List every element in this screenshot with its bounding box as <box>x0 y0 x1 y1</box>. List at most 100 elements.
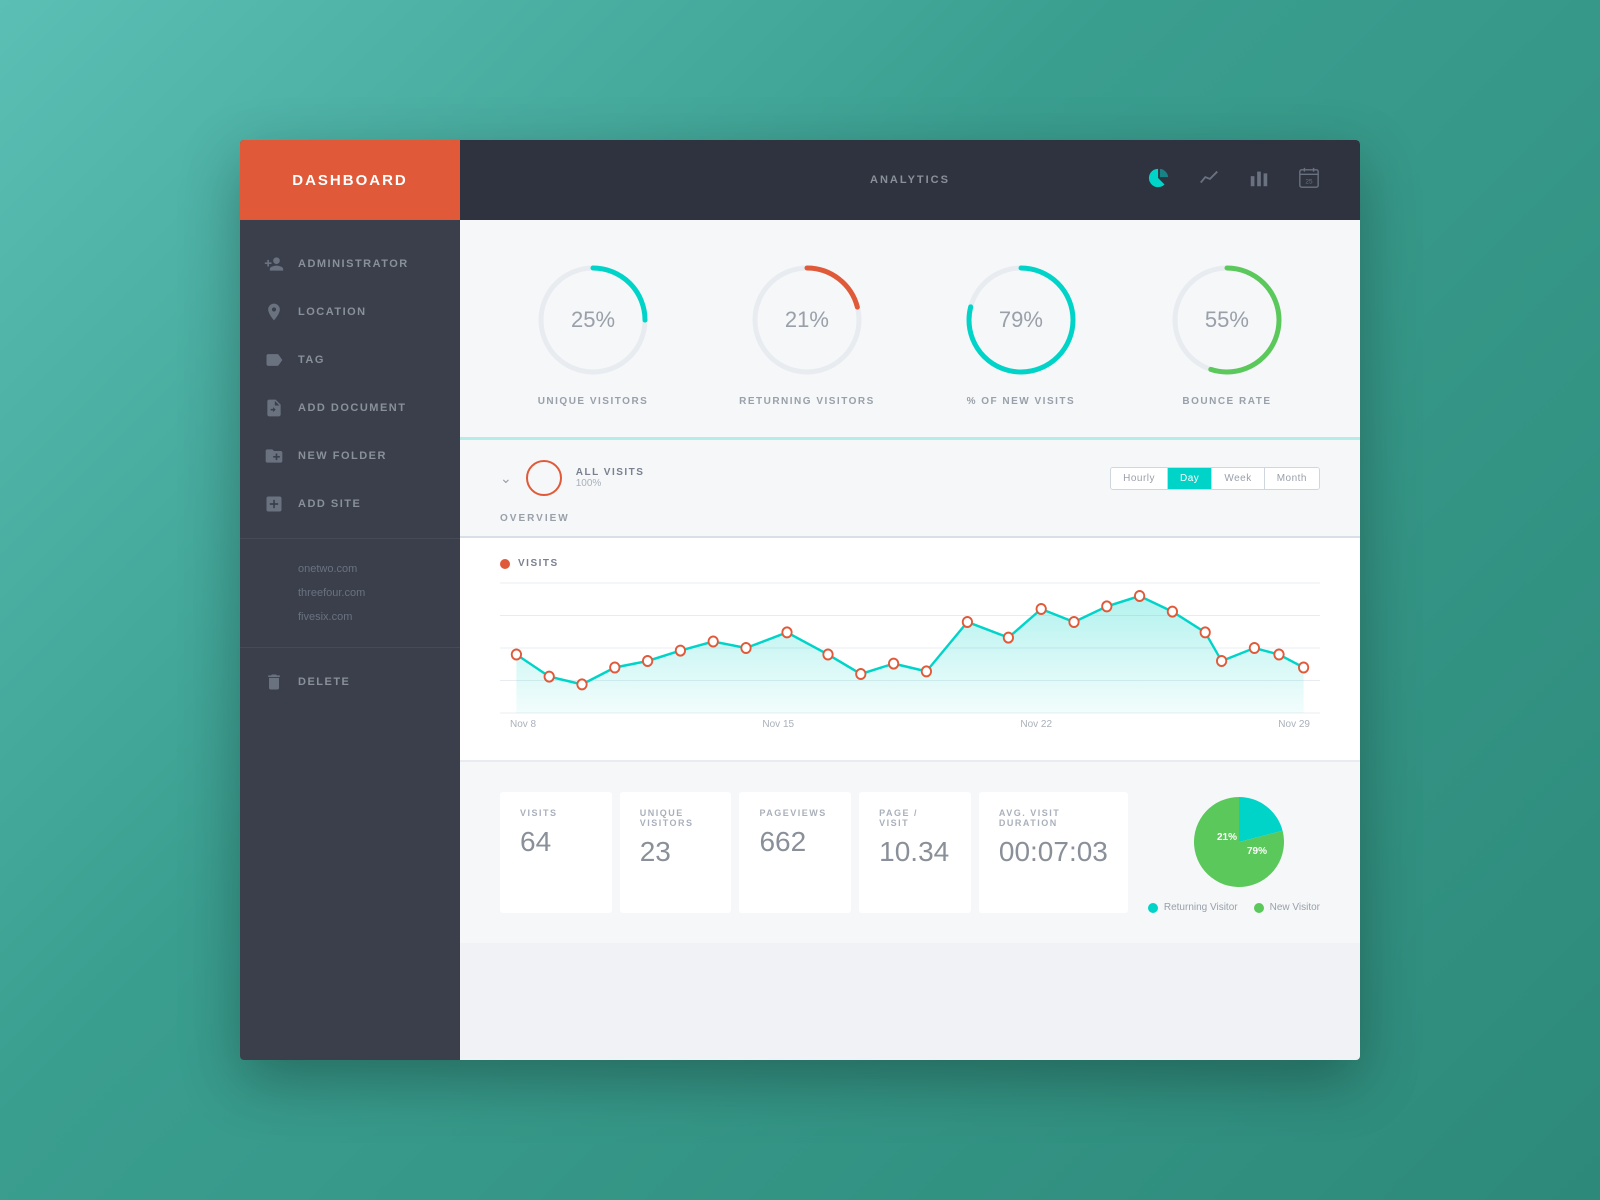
metric-title: % OF NEW VISITS <box>967 396 1076 407</box>
time-filter-week[interactable]: Week <box>1212 468 1264 489</box>
overview-left: ⌄ ALL VISITS 100% <box>500 460 644 496</box>
sidebar-item-tag[interactable]: TAG <box>240 336 460 384</box>
chart-section: VISITS Nov 8 Nov 15 Nov 22 Nov 29 <box>460 538 1360 762</box>
add-document-icon <box>264 398 284 418</box>
sidebar-label-tag: TAG <box>298 354 325 366</box>
pie-legend-new: New Visitor <box>1254 902 1320 913</box>
overview-title-row: OVERVIEW <box>500 508 1320 526</box>
sidebar-label-add-site: ADD SITE <box>298 498 361 510</box>
chart-legend: VISITS <box>500 558 1320 569</box>
metric-title: BOUNCE RATE <box>1182 396 1271 407</box>
stat-label: PAGEVIEWS <box>759 808 831 818</box>
pie-legend-returning: Returning Visitor <box>1148 902 1238 913</box>
sidebar-title: DASHBOARD <box>292 172 408 189</box>
all-visits-label: ALL VISITS <box>576 467 645 478</box>
stat-card-unique-visitors: UNIQUE VISITORS 23 <box>620 792 732 913</box>
stat-value: 10.34 <box>879 836 951 868</box>
donut-label: 79% <box>999 307 1043 333</box>
sidebar-item-new-folder[interactable]: NEW FOLDER <box>240 432 460 480</box>
pie-labels-row: Returning Visitor New Visitor <box>1148 902 1320 913</box>
stat-value: 00:07:03 <box>999 836 1108 868</box>
sidebar-item-location[interactable]: LOCATION <box>240 288 460 336</box>
time-filters: HourlyDayWeekMonth <box>1110 467 1320 490</box>
time-filter-month[interactable]: Month <box>1265 468 1319 489</box>
tag-icon <box>264 350 284 370</box>
chart-axis-labels: Nov 8 Nov 15 Nov 22 Nov 29 <box>500 719 1320 730</box>
svg-text:25: 25 <box>1305 178 1313 185</box>
sidebar: DASHBOARD ADMINISTRATOR LOCATION TAG ADD… <box>240 140 460 1060</box>
site-item-fivesix[interactable]: fivesix.com <box>298 605 436 629</box>
main-content: ANALYTICS 25 <box>460 140 1360 1060</box>
overview-header: ⌄ ALL VISITS 100% HourlyDayWeekMonth <box>500 460 1320 496</box>
sidebar-header: DASHBOARD <box>240 140 460 220</box>
new-dot <box>1254 903 1264 913</box>
pie-chart-icon[interactable] <box>1148 167 1170 194</box>
overview-title: OVERVIEW <box>500 513 570 524</box>
axis-label: Nov 29 <box>1278 719 1310 730</box>
stats-section: VISITS 64 UNIQUE VISITORS 23 PAGEVIEWS 6… <box>460 762 1360 943</box>
line-chart-icon[interactable] <box>1198 167 1220 194</box>
time-filter-hourly[interactable]: Hourly <box>1111 468 1168 489</box>
donut-container: 79% <box>961 260 1081 380</box>
metric-card-unique-visitors: 25% UNIQUE VISITORS <box>533 260 653 407</box>
donut-label: 25% <box>571 307 615 333</box>
stat-card-pageviews: PAGEVIEWS 662 <box>739 792 851 913</box>
stat-value: 662 <box>759 826 831 858</box>
metric-card--of-new-visits: 79% % OF NEW VISITS <box>961 260 1081 407</box>
sidebar-label-new-folder: NEW FOLDER <box>298 450 387 462</box>
stat-card-visits: VISITS 64 <box>500 792 612 913</box>
axis-label: Nov 8 <box>510 719 536 730</box>
overview-section: ⌄ ALL VISITS 100% HourlyDayWeekMonth OVE… <box>460 440 1360 538</box>
metric-card-bounce-rate: 55% BOUNCE RATE <box>1167 260 1287 407</box>
new-folder-icon <box>264 446 284 466</box>
axis-label: Nov 22 <box>1020 719 1052 730</box>
calendar-icon[interactable]: 25 <box>1298 167 1320 194</box>
stat-cards-row: VISITS 64 UNIQUE VISITORS 23 PAGEVIEWS 6… <box>500 792 1128 913</box>
sidebar-item-delete[interactable]: DELETE <box>240 658 460 706</box>
sidebar-item-add-site[interactable]: ADD SITE <box>240 480 460 528</box>
stat-label: UNIQUE VISITORS <box>640 808 712 828</box>
sidebar-sites: onetwo.com threefour.com fivesix.com <box>240 549 460 637</box>
overview-info: ALL VISITS 100% <box>576 467 645 489</box>
site-item-onetwo[interactable]: onetwo.com <box>298 557 436 581</box>
returning-dot <box>1148 903 1158 913</box>
metrics-row: 25% UNIQUE VISITORS 21% RETURNING VISITO… <box>500 260 1320 407</box>
donut-container: 21% <box>747 260 867 380</box>
stat-label: PAGE / VISIT <box>879 808 951 828</box>
axis-label: Nov 15 <box>762 719 794 730</box>
metrics-section: 25% UNIQUE VISITORS 21% RETURNING VISITO… <box>460 220 1360 440</box>
topbar: ANALYTICS 25 <box>460 140 1360 220</box>
returning-label: Returning Visitor <box>1164 902 1238 913</box>
chart-dot <box>500 559 510 569</box>
chart-visits-label: VISITS <box>518 558 559 569</box>
sidebar-nav: ADMINISTRATOR LOCATION TAG ADD DOCUMENT … <box>240 220 460 1060</box>
delete-icon <box>264 672 284 692</box>
pie-legend-area: 21% 79% Returning Visitor New Visitor <box>1128 792 1320 913</box>
donut-container: 55% <box>1167 260 1287 380</box>
time-filter-day[interactable]: Day <box>1168 468 1212 489</box>
bar-chart-icon[interactable] <box>1248 167 1270 194</box>
sidebar-label-location: LOCATION <box>298 306 367 318</box>
sidebar-divider <box>240 538 460 539</box>
topbar-title: ANALYTICS <box>705 174 1115 186</box>
donut-label: 21% <box>785 307 829 333</box>
donut-container: 25% <box>533 260 653 380</box>
stat-card-avg.-visit-duration: AVG. VISIT DURATION 00:07:03 <box>979 792 1128 913</box>
sidebar-item-add-document[interactable]: ADD DOCUMENT <box>240 384 460 432</box>
stat-label: AVG. VISIT DURATION <box>999 808 1108 828</box>
sidebar-item-administrator[interactable]: ADMINISTRATOR <box>240 240 460 288</box>
chart-area <box>500 583 1320 713</box>
sidebar-label-add-document: ADD DOCUMENT <box>298 402 406 414</box>
new-label: New Visitor <box>1270 902 1320 913</box>
content-area: 25% UNIQUE VISITORS 21% RETURNING VISITO… <box>460 220 1360 1060</box>
pie-chart-container: 21% 79% <box>1184 792 1284 892</box>
sidebar-label-delete: DELETE <box>298 676 350 688</box>
site-item-threefour[interactable]: threefour.com <box>298 581 436 605</box>
metric-title: RETURNING VISITORS <box>739 396 875 407</box>
metric-title: UNIQUE VISITORS <box>538 396 649 407</box>
donut-label: 55% <box>1205 307 1249 333</box>
all-visits-circle <box>526 460 562 496</box>
sidebar-divider-2 <box>240 647 460 648</box>
overview-chevron[interactable]: ⌄ <box>500 470 512 487</box>
stat-value: 23 <box>640 836 712 868</box>
